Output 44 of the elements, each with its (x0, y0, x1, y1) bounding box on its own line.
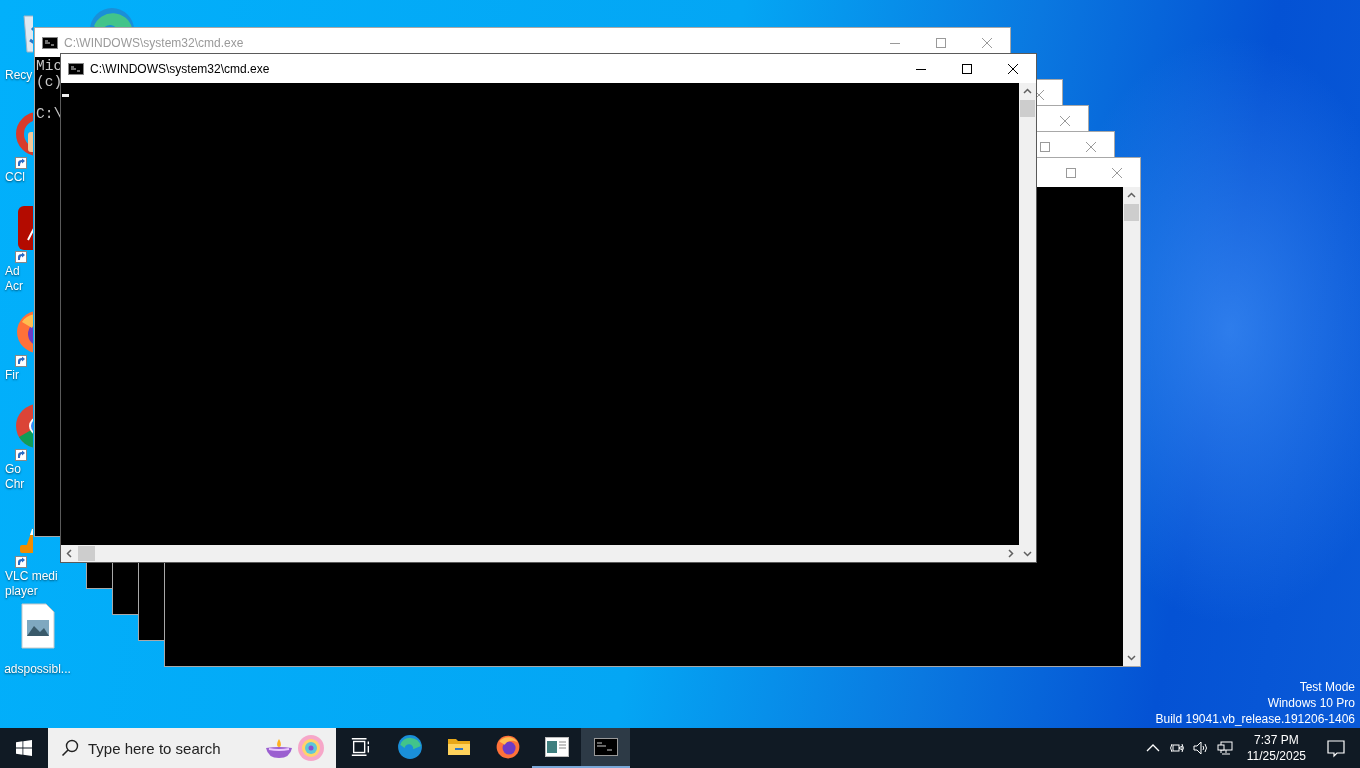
icon-label: adspossibl... (4, 662, 71, 677)
search-input[interactable]: Type here to search (88, 739, 258, 757)
network-icon[interactable] (1216, 740, 1233, 756)
system-info-text: Test Mode (1299, 679, 1355, 695)
console-line: Mic (36, 58, 63, 74)
vertical-scrollbar[interactable] (1019, 83, 1036, 562)
flower-icon (297, 734, 325, 762)
icon-label: Recy (5, 68, 33, 83)
terminal-icon (593, 738, 618, 756)
icon-label: Go (5, 462, 21, 477)
scrollbar-thumb[interactable] (1124, 204, 1139, 221)
oil-lamp-icon (264, 737, 294, 759)
horizontal-scrollbar[interactable] (61, 545, 1019, 562)
broom-icon[interactable] (13, 110, 33, 158)
terminal-icon (42, 36, 58, 49)
console-line: C:\ (36, 106, 63, 122)
icon-label: CCl (5, 170, 25, 185)
search-bar[interactable]: Type here to search (48, 728, 336, 768)
terminal-icon (68, 62, 84, 75)
firefox-icon (494, 734, 521, 760)
icon-label: Chr (5, 477, 25, 492)
scrollbar-thumb[interactable] (1020, 100, 1035, 117)
app-window-icon (544, 737, 569, 757)
edge-icon (396, 734, 423, 760)
icon-label: Fir (5, 368, 19, 383)
window-title: C:\WINDOWS\system32\cmd.exe (90, 61, 270, 76)
windows-logo-icon (16, 740, 32, 756)
clock[interactable]: 7:37 PM 11/25/2025 (1240, 728, 1312, 768)
icon-label: Acr (5, 279, 23, 294)
speaker-icon[interactable] (1192, 740, 1209, 756)
system-info-text: Build 19041.vb_release.191206-1406 (1155, 711, 1355, 727)
task-view-icon (349, 736, 372, 758)
system-info-text: Windows 10 Pro (1267, 695, 1355, 711)
vertical-scrollbar[interactable] (1123, 187, 1140, 666)
taskbar-app[interactable] (581, 728, 630, 768)
window-title: C:\WINDOWS\system32\cmd.exe (64, 35, 244, 50)
maximize-icon[interactable] (962, 63, 972, 74)
console-line: (c) (36, 74, 63, 90)
icon-label: VLC medi (5, 569, 58, 584)
search-icon (61, 739, 79, 757)
icon-label: player (5, 584, 38, 599)
icon-label: Ad (5, 264, 20, 279)
scrollbar-thumb[interactable] (78, 546, 95, 561)
notification-icon[interactable] (1326, 738, 1346, 758)
